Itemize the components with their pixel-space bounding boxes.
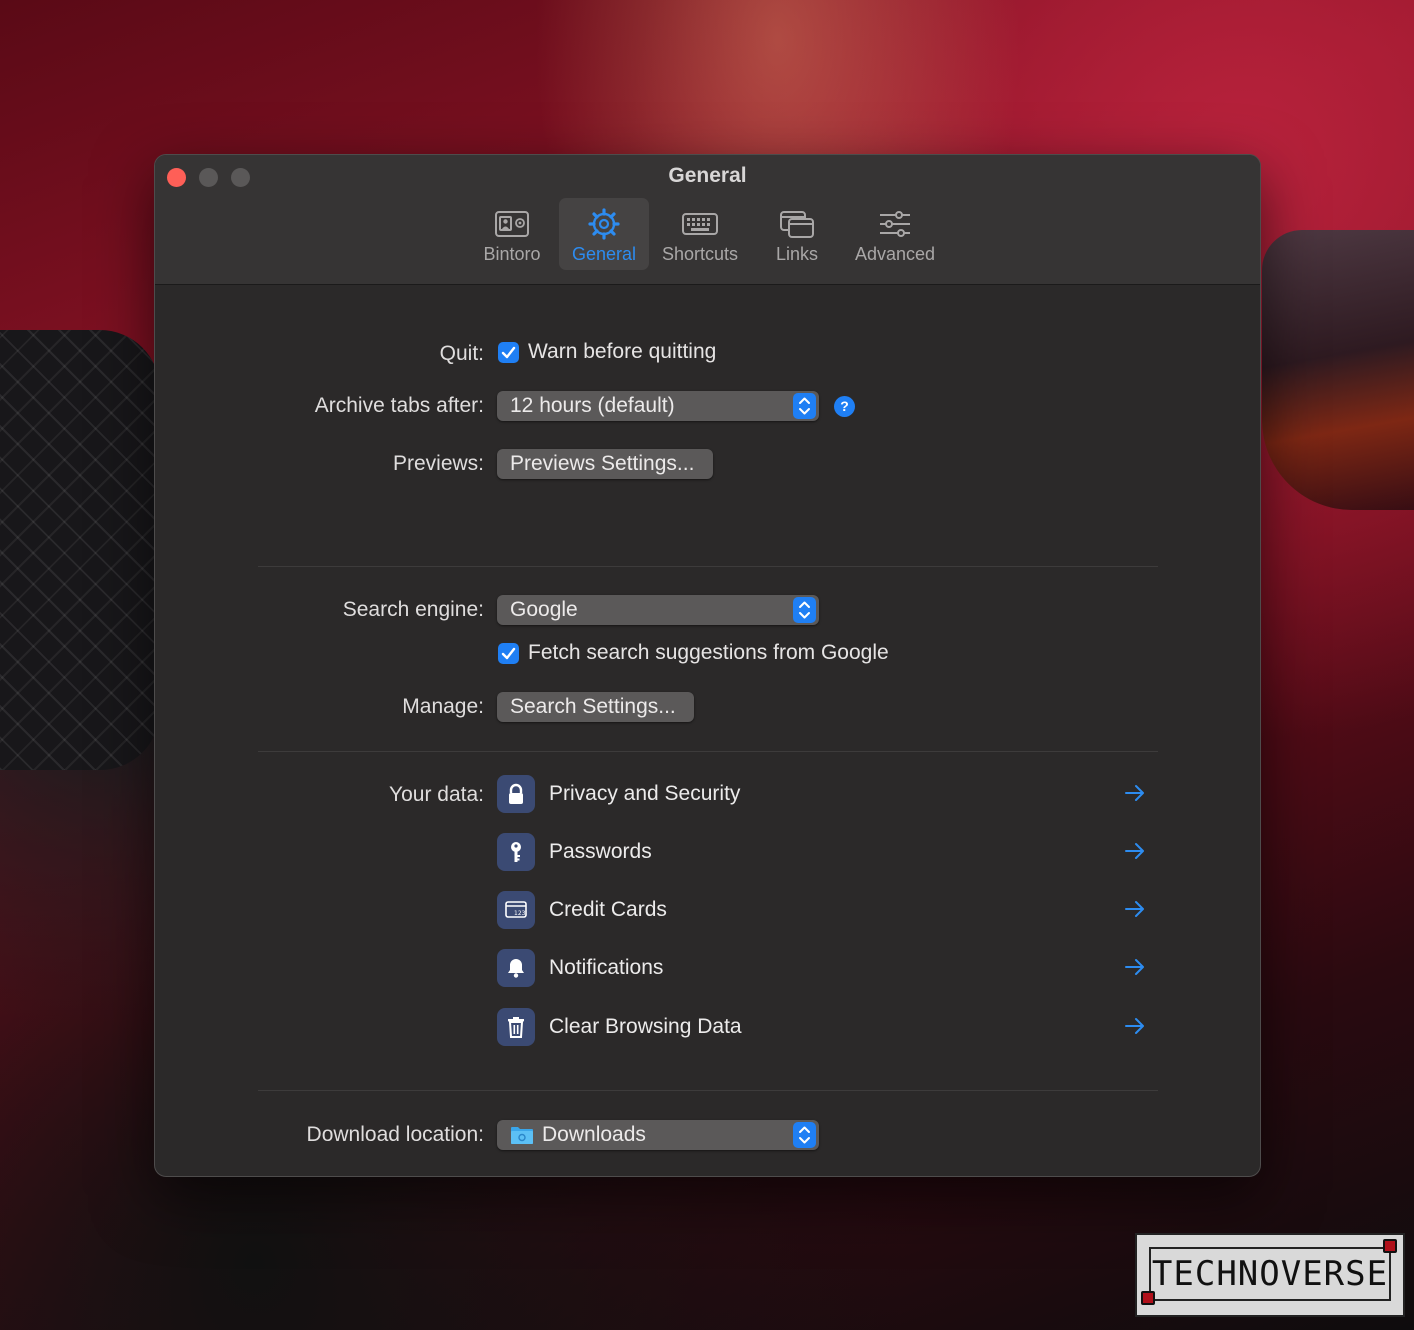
tab-bintoro[interactable]: Bintoro [471,198,553,270]
tab-label: Advanced [854,244,936,264]
search-settings-button[interactable]: Search Settings... [497,692,694,722]
watermark-accent [1383,1239,1397,1253]
divider [258,1090,1158,1091]
archive-tabs-label: Archive tabs after: [314,394,484,417]
tab-links[interactable]: Links [763,198,831,270]
lock-icon [497,775,535,813]
download-location-value: Downloads [542,1123,646,1146]
wallpaper-headlight [1262,230,1414,510]
gear-icon [588,208,620,240]
folder-icon [511,1127,533,1144]
credit-cards-row[interactable]: 123 Credit Cards [497,891,1147,931]
sliders-icon [880,211,910,237]
watermark-accent [1141,1291,1155,1305]
manage-label: Manage: [402,695,484,718]
trash-icon [497,1008,535,1046]
row-label: Clear Browsing Data [549,1015,742,1038]
arrow-right-icon [1125,1018,1144,1034]
window-title: General [668,164,747,187]
arrow-right-icon [1125,843,1144,859]
keyboard-icon [682,213,718,235]
tab-label: Shortcuts [661,244,739,264]
download-location-label: Download location: [306,1123,484,1146]
search-engine-popup[interactable]: Google [497,595,819,625]
row-label: Privacy and Security [549,782,741,805]
previews-label: Previews: [392,452,484,475]
clear-browsing-data-row[interactable]: Clear Browsing Data [497,1008,1147,1048]
tab-label: Bintoro [483,244,541,264]
windows-icon [780,211,814,238]
divider [258,566,1158,567]
warn-before-quitting-label[interactable]: Warn before quitting [528,340,716,364]
divider [258,751,1158,752]
archive-tabs-value: 12 hours (default) [510,394,675,417]
watermark-text: TECHNOVERSE [1149,1247,1391,1301]
key-icon [497,833,535,871]
chevron-updown-icon [793,597,816,623]
search-engine-label: Search engine: [342,598,484,621]
warn-before-quitting-checkbox[interactable] [498,342,519,363]
arrow-right-icon [1125,959,1144,975]
privacy-security-row[interactable]: Privacy and Security [497,775,1147,815]
tab-advanced[interactable]: Advanced [847,198,943,270]
technoverse-watermark: TECHNOVERSE [1135,1233,1405,1317]
tab-general[interactable]: General [559,198,649,270]
preferences-window: General Bintoro General Shortcuts Links … [154,154,1261,1177]
fetch-suggestions-label[interactable]: Fetch search suggestions from Google [528,641,889,665]
quit-label: Quit: [439,342,484,365]
tab-shortcuts[interactable]: Shortcuts [655,198,745,270]
bell-icon [497,949,535,987]
svg-text:123: 123 [514,910,526,917]
help-button[interactable]: ? [834,396,855,417]
tab-label: General [571,244,637,264]
previews-settings-button[interactable]: Previews Settings... [497,449,713,479]
row-label: Credit Cards [549,898,667,921]
checkmark-icon [501,647,516,660]
toolbar: General Bintoro General Shortcuts Links … [155,155,1260,285]
arrow-right-icon [1125,785,1144,801]
row-label: Passwords [549,840,652,863]
contact-card-icon [495,211,529,237]
notifications-row[interactable]: Notifications [497,949,1147,989]
passwords-row[interactable]: Passwords [497,833,1147,873]
archive-tabs-popup[interactable]: 12 hours (default) [497,391,819,421]
wallpaper-grille [0,330,160,770]
search-engine-value: Google [510,598,578,621]
row-label: Notifications [549,956,664,979]
tab-label: Links [775,244,819,264]
arrow-right-icon [1125,901,1144,917]
download-location-popup[interactable]: Downloads [497,1120,819,1150]
chevron-updown-icon [793,393,816,419]
your-data-label: Your data: [389,783,484,806]
checkmark-icon [501,346,516,359]
chevron-updown-icon [793,1122,816,1148]
credit-card-icon: 123 [497,891,535,929]
fetch-suggestions-checkbox[interactable] [498,643,519,664]
